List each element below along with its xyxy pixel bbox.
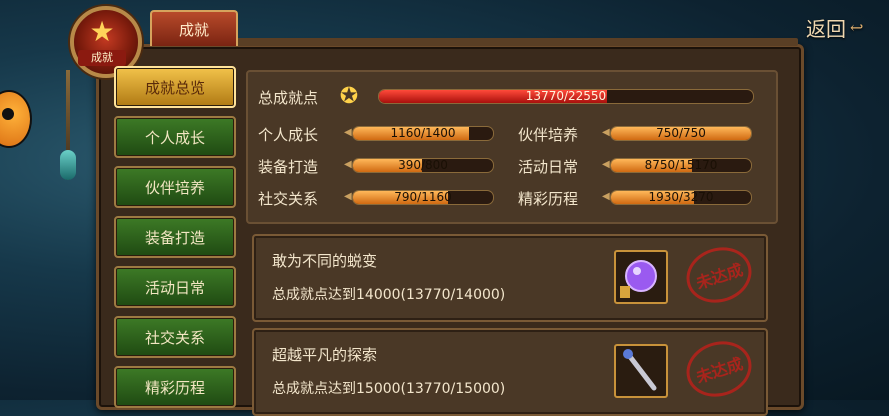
achievement-title: 敢为不同的蜕变 (272, 252, 378, 270)
stat-progress-bar: 750/750 (610, 126, 752, 141)
stat-progress-bar: 1930/3270 (610, 190, 752, 205)
tab-label: 伙伴培养 (144, 178, 205, 197)
not-achieved-stamp: 未达成 (679, 239, 759, 311)
not-achieved-stamp: 未达成 (679, 333, 759, 405)
achievement-card[interactable]: 敢为不同的蜕变 总成就点达到14000(13770/14000) 未达成 (252, 234, 768, 322)
tab-personal-growth[interactable]: 个人成长 (114, 116, 236, 158)
back-button[interactable]: 返回 ↩ (806, 12, 878, 42)
achievement-title: 超越平凡的探索 (272, 346, 378, 364)
achievement-description: 总成就点达到15000(13770/15000) (272, 381, 506, 397)
stat-progress-text: 390/800 (398, 158, 448, 172)
back-label: 返回 (806, 16, 846, 41)
total-progress-text: 13770/22550 (525, 89, 607, 103)
tab-label: 个人成长 (144, 128, 205, 147)
stat-label: 装备打造 (258, 158, 319, 176)
stat-label: 活动日常 (518, 158, 579, 176)
tab-daily-activities[interactable]: 活动日常 (114, 266, 236, 308)
back-arrow-icon: ↩ (850, 17, 864, 37)
tab-label: 精彩历程 (144, 378, 205, 397)
stat-label: 精彩历程 (518, 190, 579, 208)
stat-label: 个人成长 (258, 126, 319, 144)
tab-label: 活动日常 (144, 278, 205, 297)
emblem-label: 成就 (78, 50, 126, 66)
reward-slot[interactable] (614, 344, 668, 398)
purple-gem-icon (620, 260, 657, 298)
achievement-card[interactable]: 超越平凡的探索 总成就点达到15000(13770/15000) 未达成 (252, 328, 768, 416)
medal-icon: ✪ (339, 84, 359, 109)
scepter-icon (623, 349, 657, 391)
title-bar (234, 38, 798, 46)
stat-progress-text: 8750/15170 (644, 158, 718, 172)
total-progress-bar: 13770/22550 (378, 89, 754, 104)
stat-progress-bar: 1160/1400 (352, 126, 494, 141)
tab-label: 成就总览 (144, 78, 205, 97)
tab-equipment-forging[interactable]: 装备打造 (114, 216, 236, 258)
tab-partner-training[interactable]: 伙伴培养 (114, 166, 236, 208)
achievement-description: 总成就点达到14000(13770/14000) (272, 287, 506, 303)
tab-social[interactable]: 社交关系 (114, 316, 236, 358)
total-points-label: 总成就点 (258, 89, 319, 107)
tab-label: 装备打造 (144, 228, 205, 247)
chain-gem-icon (60, 150, 76, 180)
stat-progress-bar: 390/800 (352, 158, 494, 173)
stat-progress-text: 790/1160 (394, 190, 452, 204)
creature-eye (2, 108, 14, 120)
tab-label: 社交关系 (144, 328, 205, 347)
stat-progress-text: 1930/3270 (648, 190, 714, 204)
stat-progress-bar: 790/1160 (352, 190, 494, 205)
tab-highlights[interactable]: 精彩历程 (114, 366, 236, 408)
star-icon: ★ (89, 15, 115, 48)
window-title: 成就 (150, 10, 238, 46)
reward-slot[interactable] (614, 250, 668, 304)
stat-progress-text: 1160/1400 (390, 126, 456, 140)
stat-progress-text: 750/750 (656, 126, 706, 140)
tab-overview[interactable]: 成就总览 (114, 66, 236, 108)
stat-progress-bar: 8750/15170 (610, 158, 752, 173)
stat-label: 社交关系 (258, 190, 319, 208)
stat-label: 伙伴培养 (518, 126, 579, 144)
